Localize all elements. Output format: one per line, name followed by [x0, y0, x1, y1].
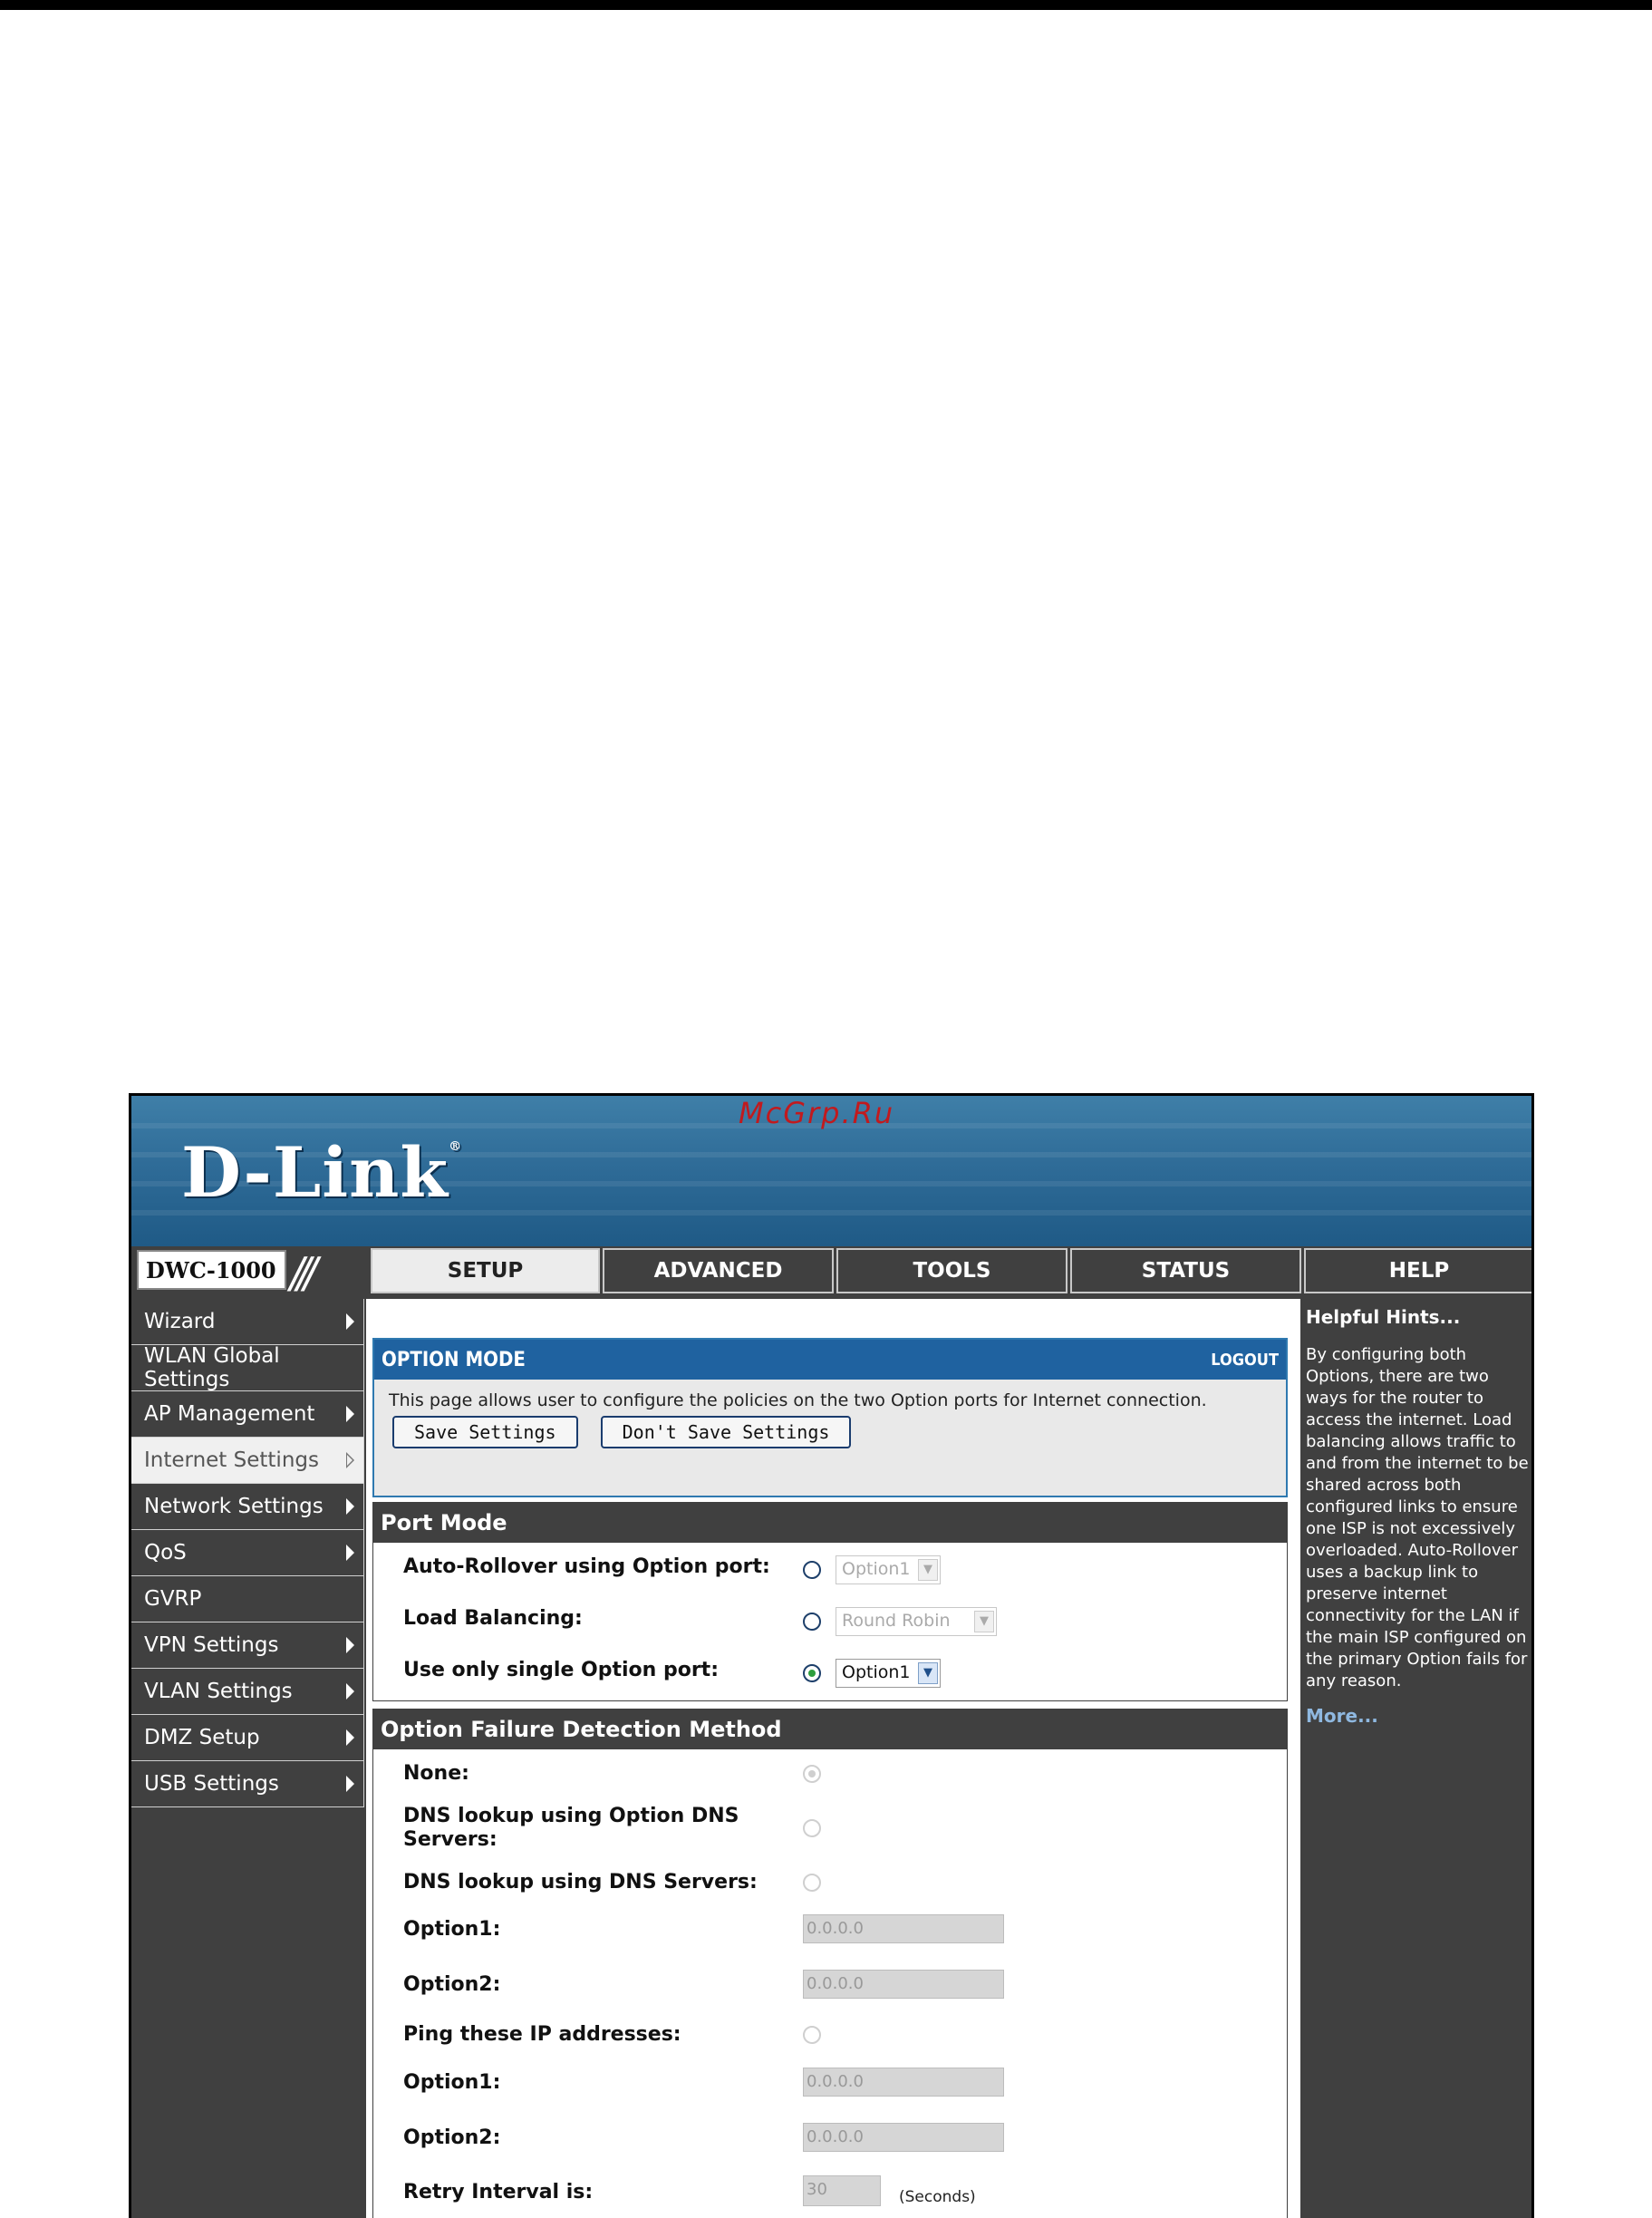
model-label: DWC-1000	[137, 1250, 286, 1290]
dns-option1-label: Option1:	[403, 1918, 501, 1941]
single-port-select[interactable]: Option1 ▼	[836, 1659, 941, 1688]
sidebar-item-label: Network Settings	[144, 1495, 324, 1518]
sidebar-item-vpn-settings[interactable]: VPN Settings	[131, 1622, 364, 1669]
chevron-down-icon: ▼	[918, 1559, 938, 1581]
sidebar-item-label: VLAN Settings	[144, 1680, 293, 1703]
single-port-label: Use only single Option port:	[403, 1659, 719, 1681]
help-title: Helpful Hints...	[1306, 1306, 1461, 1328]
sidebar-item-wlan-global-settings[interactable]: WLAN Global Settings	[131, 1344, 364, 1391]
none-label: None:	[403, 1762, 469, 1785]
dns-servers-radio[interactable]	[803, 1874, 821, 1892]
arrow-right-icon	[346, 1313, 354, 1330]
sidebar-item-qos[interactable]: QoS	[131, 1530, 364, 1576]
ping-radio[interactable]	[803, 2026, 821, 2044]
tab-setup[interactable]: SETUP	[371, 1248, 600, 1293]
arrow-right-icon	[346, 1776, 354, 1792]
tab-help[interactable]: HELP	[1304, 1248, 1531, 1293]
none-radio[interactable]	[803, 1765, 821, 1783]
dns-option-radio[interactable]	[803, 1819, 821, 1837]
dns-servers-label: DNS lookup using DNS Servers:	[403, 1871, 758, 1894]
sidebar-item-vlan-settings[interactable]: VLAN Settings	[131, 1669, 364, 1715]
sidebar-item-label: WLAN Global Settings	[144, 1344, 280, 1391]
tab-tools[interactable]: TOOLS	[836, 1248, 1068, 1293]
retry-unit: (Seconds)	[899, 2188, 976, 2206]
help-body: By configuring both Options, there are t…	[1306, 1345, 1529, 1690]
port-mode-section: Port Mode Auto-Rollover using Option por…	[372, 1502, 1288, 1701]
chevron-down-icon: ▼	[918, 1662, 938, 1684]
option-mode-panel: OPTION MODE LOGOUT This page allows user…	[372, 1338, 1288, 1497]
ping-option2-input[interactable]: 0.0.0.0	[803, 2123, 1004, 2152]
arrow-right-icon	[346, 1545, 354, 1561]
failure-detection-section: Option Failure Detection Method None: DN…	[372, 1709, 1288, 2218]
sidebar-item-internet-settings[interactable]: Internet Settings	[131, 1438, 364, 1484]
sidebar-item-label: USB Settings	[144, 1772, 279, 1796]
main-content: OPTION MODE LOGOUT This page allows user…	[366, 1299, 1426, 2218]
retry-interval-input[interactable]: 30	[803, 2175, 881, 2206]
auto-rollover-label: Auto-Rollover using Option port:	[403, 1555, 770, 1578]
help-more-link[interactable]: More...	[1306, 1705, 1529, 1727]
option-mode-title: OPTION MODE	[382, 1348, 526, 1371]
option-mode-description: This page allows user to configure the p…	[389, 1390, 1207, 1410]
dlink-logo: D-Link®	[181, 1132, 463, 1213]
sidebar-item-label: DMZ Setup	[144, 1726, 260, 1749]
auto-rollover-radio[interactable]	[803, 1561, 821, 1579]
dns-option2-input[interactable]: 0.0.0.0	[803, 1970, 1004, 1999]
sidebar-item-label: VPN Settings	[144, 1633, 279, 1657]
arrow-right-icon	[346, 1498, 354, 1515]
sidebar-item-label: Wizard	[144, 1310, 216, 1333]
load-balancing-select[interactable]: Round Robin ▼	[836, 1607, 997, 1636]
save-settings-button[interactable]: Save Settings	[392, 1416, 578, 1448]
single-port-radio[interactable]	[803, 1664, 821, 1682]
sidebar: Wizard WLAN Global Settings AP Managemen…	[131, 1299, 364, 1807]
option-mode-header: OPTION MODE LOGOUT	[374, 1340, 1286, 1380]
sidebar-item-network-settings[interactable]: Network Settings	[131, 1484, 364, 1530]
dns-option1-input[interactable]: 0.0.0.0	[803, 1914, 1004, 1943]
arrow-right-outline-icon	[346, 1452, 354, 1468]
sidebar-item-ap-management[interactable]: AP Management	[131, 1391, 364, 1438]
chevron-down-icon: ▼	[974, 1611, 994, 1632]
ping-option1-input[interactable]: 0.0.0.0	[803, 2068, 1004, 2097]
tab-advanced[interactable]: ADVANCED	[603, 1248, 834, 1293]
arrow-right-icon	[346, 1729, 354, 1746]
dns-option2-label: Option2:	[403, 1973, 501, 1996]
dont-save-settings-button[interactable]: Don't Save Settings	[600, 1416, 852, 1448]
top-nav: DWC-1000 /// SETUP ADVANCED TOOLS STATUS…	[131, 1246, 1531, 1297]
top-border	[0, 0, 1652, 10]
sidebar-item-wizard[interactable]: Wizard	[131, 1299, 364, 1345]
watermark: McGrp.Ru	[739, 1096, 895, 1130]
logout-link[interactable]: LOGOUT	[1211, 1351, 1279, 1370]
load-balancing-label: Load Balancing:	[403, 1607, 583, 1630]
ping-label: Ping these IP addresses:	[403, 2023, 681, 2046]
help-panel: Helpful Hints... By configuring both Opt…	[1300, 1299, 1531, 2218]
port-mode-title: Port Mode	[373, 1503, 1287, 1543]
arrow-right-icon	[346, 1406, 354, 1422]
auto-rollover-select[interactable]: Option1 ▼	[836, 1555, 941, 1584]
tab-status[interactable]: STATUS	[1070, 1248, 1301, 1293]
arrow-right-icon	[346, 1683, 354, 1700]
dns-option-label: DNS lookup using Option DNS Servers:	[403, 1805, 739, 1851]
sidebar-item-label: Internet Settings	[144, 1448, 319, 1472]
arrow-right-icon	[346, 1637, 354, 1653]
sidebar-item-label: AP Management	[144, 1402, 315, 1426]
sidebar-item-dmz-setup[interactable]: DMZ Setup	[131, 1715, 364, 1761]
sidebar-item-usb-settings[interactable]: USB Settings	[131, 1761, 364, 1807]
sidebar-item-label: QoS	[144, 1541, 187, 1564]
sidebar-item-gvrp[interactable]: GVRP	[131, 1576, 364, 1622]
slashes-decoration: ///	[290, 1248, 317, 1297]
router-admin-window: D-Link® McGrp.Ru DWC-1000 /// SETUP ADVA…	[129, 1093, 1534, 2218]
failure-detection-title: Option Failure Detection Method	[373, 1710, 1287, 1749]
retry-label: Retry Interval is:	[403, 2181, 594, 2203]
header-banner: D-Link® McGrp.Ru	[131, 1096, 1531, 1246]
load-balancing-radio[interactable]	[803, 1613, 821, 1631]
ping-option2-label: Option2:	[403, 2126, 501, 2149]
sidebar-item-label: GVRP	[144, 1587, 202, 1611]
ping-option1-label: Option1:	[403, 2071, 501, 2094]
